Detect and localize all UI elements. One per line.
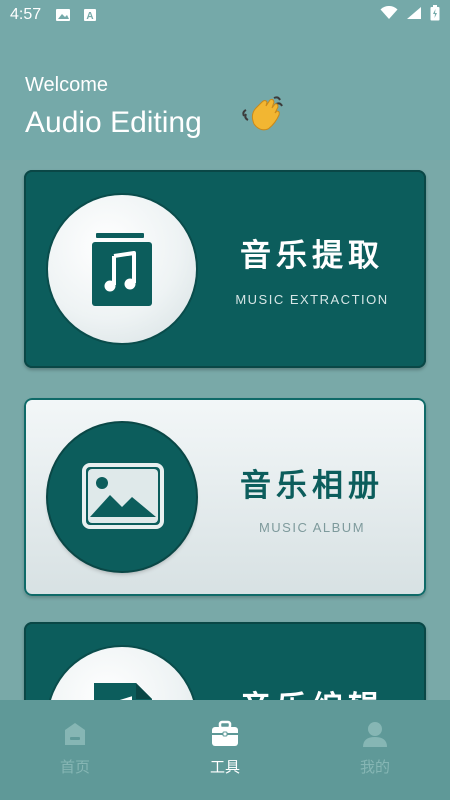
card-title: 音乐相册 bbox=[240, 468, 384, 504]
music-extraction-card[interactable]: 音乐提取 MUSIC EXTRACTION bbox=[24, 170, 426, 368]
music-album-card[interactable]: 音乐相册 MUSIC ALBUM bbox=[24, 398, 426, 596]
status-time: 4:57 bbox=[10, 6, 42, 23]
card-subtitle: MUSIC EXTRACTION bbox=[235, 292, 389, 307]
card-title: 音乐提取 bbox=[240, 238, 384, 274]
card-subtitle: MUSIC ALBUM bbox=[258, 520, 366, 535]
home-icon bbox=[65, 723, 85, 745]
user-icon bbox=[363, 722, 387, 747]
bottom-tab-bar: 首页 工具 我的 bbox=[0, 700, 450, 800]
image-icon bbox=[55, 8, 71, 22]
music-file-icon bbox=[92, 233, 152, 306]
text-a-icon: A bbox=[83, 8, 97, 22]
tab-tools[interactable]: 工具 bbox=[150, 700, 300, 800]
music-album-icon-circle bbox=[48, 423, 196, 571]
waving-hand-icon bbox=[242, 94, 288, 134]
tab-profile[interactable]: 我的 bbox=[300, 700, 450, 800]
tab-label: 首页 bbox=[59, 758, 90, 776]
wifi-icon bbox=[380, 5, 398, 24]
music-editing-icon-circle bbox=[48, 647, 196, 700]
audio-file-icon bbox=[94, 683, 152, 700]
battery-icon bbox=[430, 5, 440, 25]
toolbox-icon bbox=[212, 720, 238, 746]
tab-label: 我的 bbox=[359, 758, 390, 776]
signal-icon bbox=[406, 6, 422, 24]
tool-list[interactable]: 音乐提取 MUSIC EXTRACTION 音乐相册 MUSIC ALBUM 音… bbox=[0, 160, 450, 700]
header: Welcome Audio Editing bbox=[0, 30, 450, 160]
music-extraction-icon-circle bbox=[48, 195, 196, 343]
tab-label: 工具 bbox=[209, 758, 240, 776]
tab-home[interactable]: 首页 bbox=[0, 700, 150, 800]
music-editing-card[interactable]: 音乐编辑 bbox=[24, 622, 426, 700]
welcome-text: Welcome bbox=[25, 74, 108, 96]
status-bar: 4:57 A bbox=[0, 0, 450, 30]
image-icon bbox=[82, 463, 164, 529]
card-title: 音乐编辑 bbox=[222, 682, 402, 700]
app-title: Audio Editing bbox=[25, 106, 202, 139]
svg-text:A: A bbox=[87, 11, 94, 22]
